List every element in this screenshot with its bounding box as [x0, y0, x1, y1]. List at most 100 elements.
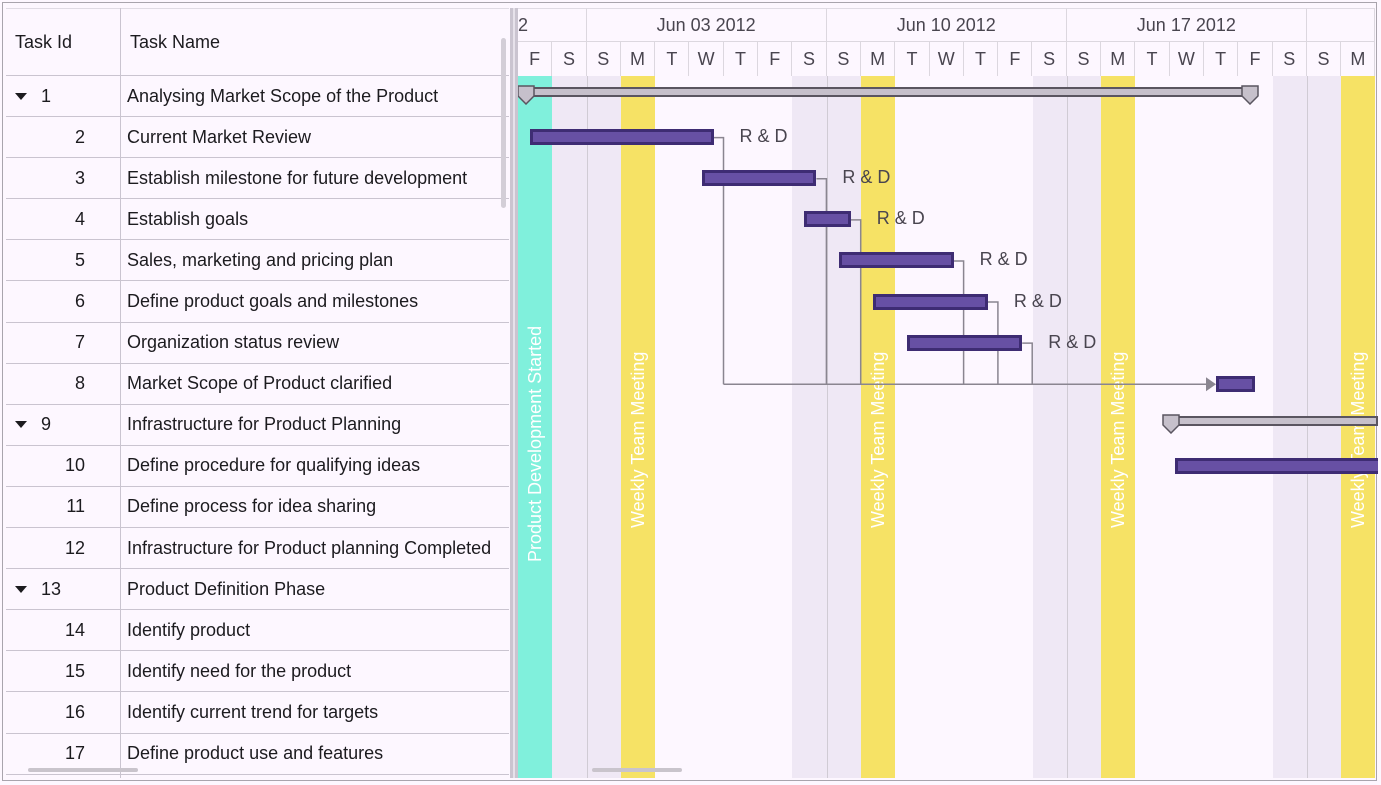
task-bar[interactable] — [530, 129, 714, 146]
chart-horizontal-scrollbar[interactable] — [592, 768, 682, 772]
task-name-cell: Establish goals — [127, 208, 249, 229]
task-id-cell: 9 — [15, 405, 51, 445]
task-name-cell: Analysing Market Scope of the Product — [127, 85, 439, 106]
task-id-text: 14 — [64, 619, 85, 640]
task-id-cell: 14 — [6, 610, 85, 650]
task-bar[interactable] — [701, 170, 817, 187]
task-name-cell: Organization status review — [127, 332, 340, 353]
task-name-cell: Identify current trend for targets — [127, 701, 379, 722]
table-row[interactable]: 5 Sales, marketing and pricing plan — [6, 240, 509, 282]
table-row[interactable]: 4 Establish goals — [6, 199, 509, 241]
timeline-week-header: 2 — [518, 8, 587, 42]
task-bar[interactable] — [907, 334, 1023, 351]
task-id-cell: 5 — [6, 240, 85, 280]
task-id-text: 12 — [64, 537, 85, 558]
grid-horizontal-scrollbar[interactable] — [28, 768, 138, 772]
table-row[interactable]: 15 Identify need for the product — [6, 651, 509, 693]
task-bar[interactable] — [1174, 457, 1378, 474]
table-row[interactable]: 3 Establish milestone for future developm… — [6, 158, 509, 200]
timeline-day-header: S — [1033, 42, 1067, 76]
task-id-cell: 10 — [6, 446, 85, 486]
holiday-label: Product Development Started — [525, 325, 545, 562]
holiday-label: Weekly Team Meeting — [627, 351, 648, 528]
timeline-day-header: M — [621, 42, 656, 76]
holiday-marker: Weekly Team Meeting — [1341, 76, 1376, 778]
table-row[interactable]: 6 Define product goals and milestones — [6, 281, 509, 323]
table-row[interactable]: 16 Identify current trend for targets — [6, 692, 509, 734]
resource-label: R & D — [1048, 331, 1097, 352]
collapse-caret-icon[interactable] — [15, 92, 27, 100]
timeline-day-header: T — [964, 42, 999, 76]
resource-label: R & D — [1013, 290, 1062, 311]
collapse-caret-icon[interactable] — [15, 585, 27, 593]
parent-start-marker-icon — [518, 85, 536, 105]
task-bar[interactable] — [838, 252, 954, 269]
timeline-day-header: S — [587, 42, 621, 76]
parent-task-bar[interactable] — [1166, 415, 1378, 426]
collapse-caret-icon[interactable] — [15, 421, 27, 429]
table-row[interactable]: 8 Market Scope of Product clarified — [6, 364, 509, 405]
table-row[interactable]: 12 Infrastructure for Product planning Co… — [6, 528, 509, 570]
resource-label: R & D — [876, 208, 925, 229]
timeline-day-header: W — [690, 42, 724, 76]
task-name-cell: Product Definition Phase — [127, 578, 326, 599]
timeline-day-header: F — [998, 42, 1033, 76]
task-id-text: 9 — [41, 414, 52, 435]
task-name-cell: Infrastructure for Product Planning — [127, 414, 402, 435]
table-row[interactable]: 9 Infrastructure for Product Planning — [6, 405, 509, 446]
connector-arrow-icon — [1206, 377, 1217, 392]
task-id-text: 11 — [66, 496, 85, 517]
task-id-text: 8 — [74, 373, 85, 394]
weekend-shading — [1272, 76, 1307, 778]
table-row[interactable]: 2 Current Market Review — [6, 117, 509, 159]
weekend-shading — [552, 76, 587, 778]
week-divider — [826, 76, 828, 778]
holiday-marker: Product Development Started — [518, 76, 553, 778]
table-row[interactable]: 1 Analysing Market Scope of the Product — [6, 76, 509, 118]
weekend-shading — [1306, 76, 1342, 778]
task-id-text: 5 — [74, 249, 85, 270]
timeline-day-header: S — [792, 42, 827, 76]
timeline-day-header: M — [861, 42, 896, 76]
task-id-text: 4 — [74, 208, 85, 229]
timeline-day-header: F — [518, 42, 553, 76]
holiday-marker: Weekly Team Meeting — [1101, 76, 1136, 778]
splitter-handle[interactable] — [510, 8, 518, 778]
task-id-text: 16 — [64, 701, 85, 722]
timeline-week-header: Jun 10 2012 — [826, 8, 1067, 42]
holiday-label: Weekly Team Meeting — [1348, 351, 1369, 528]
parent-task-bar[interactable] — [521, 87, 1256, 97]
task-name-cell: Identify need for the product — [127, 660, 352, 681]
gantt-chart: 2 Jun 03 2012 Jun 10 2012 Jun 17 2012 F S S M T W… — [518, 8, 1378, 778]
timeline-day-header: T — [895, 42, 930, 76]
resource-label: R & D — [979, 249, 1028, 270]
resource-label: R & D — [842, 167, 891, 188]
task-name-cell: Establish milestone for future developme… — [127, 167, 468, 188]
column-header-task-id[interactable]: Task Id — [15, 9, 72, 76]
task-name-cell: Define product use and features — [127, 743, 384, 763]
task-id-text: 3 — [74, 167, 85, 188]
table-row[interactable]: 13 Product Definition Phase — [6, 569, 509, 611]
table-row[interactable]: 11 Define process for idea sharing — [6, 487, 509, 529]
timeline-day-header: S — [1307, 42, 1342, 76]
task-id-cell: 7 — [6, 323, 85, 363]
grid-header: Task Id Task Name — [6, 8, 509, 76]
task-id-text: 6 — [74, 290, 85, 311]
task-bar[interactable] — [1216, 375, 1256, 392]
timeline-day-header: F — [758, 42, 793, 76]
table-row[interactable]: 7 Organization status review — [6, 323, 509, 364]
task-name-cell: Infrastructure for Product planning Comp… — [127, 537, 492, 558]
task-grid: Task Id Task Name 1 Analysing Market Scop… — [6, 8, 509, 778]
grid-header-scrollbar[interactable] — [501, 38, 506, 208]
table-row[interactable]: 14 Identify product — [6, 610, 509, 652]
column-header-task-name[interactable]: Task Name — [130, 9, 220, 76]
holiday-marker: Weekly Team Meeting — [620, 76, 656, 778]
task-bar[interactable] — [873, 293, 988, 310]
timeline-day-header: T — [1204, 42, 1239, 76]
timeline-day-header: T — [1135, 42, 1170, 76]
task-name-cell: Define procedure for qualifying ideas — [127, 455, 421, 476]
table-row[interactable]: 10 Define procedure for qualifying ideas — [6, 446, 509, 487]
task-id-text: 10 — [64, 455, 85, 476]
timeline-day-header: W — [1170, 42, 1204, 76]
task-bar[interactable] — [804, 211, 851, 228]
